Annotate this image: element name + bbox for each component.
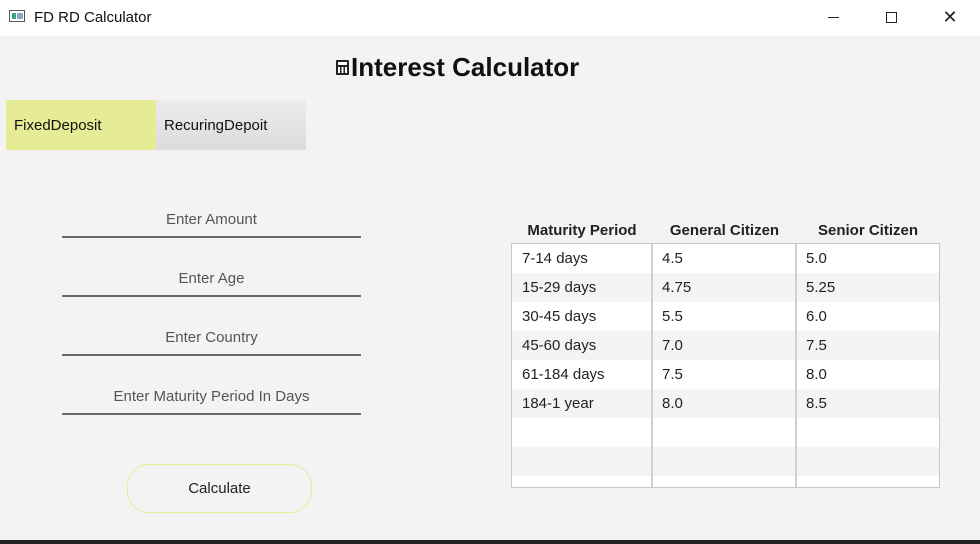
app-icon — [9, 10, 25, 22]
table-cell: 8.0 — [806, 366, 827, 383]
table-cell: 6.0 — [806, 308, 827, 325]
table-cell: 7.0 — [662, 337, 683, 354]
table-row[interactable]: 184-1 year 8.0 8.5 — [512, 389, 939, 418]
amount-input[interactable] — [62, 202, 361, 238]
rates-table: 7-14 days 4.5 5.0 15-29 days 4.75 5.25 3… — [511, 243, 940, 488]
table-cell: 7-14 days — [522, 250, 588, 267]
column-header-senior[interactable]: Senior Citizen — [797, 222, 939, 239]
tab-fixed-deposit[interactable]: FixedDeposit — [6, 100, 156, 150]
tab-label: RecuringDepoit — [164, 116, 268, 134]
country-input[interactable] — [62, 320, 361, 356]
close-button[interactable]: ✕ — [921, 0, 979, 34]
minimize-button[interactable] — [804, 0, 862, 34]
page-title: Interest Calculator — [336, 52, 579, 82]
column-header-maturity[interactable]: Maturity Period — [512, 222, 652, 239]
table-cell: 4.5 — [662, 250, 683, 267]
column-header-general[interactable]: General Citizen — [652, 222, 797, 239]
table-cell: 5.25 — [806, 279, 836, 296]
table-cell: 8.5 — [806, 395, 827, 412]
table-cell: 7.5 — [662, 366, 683, 383]
minimize-icon — [827, 16, 839, 18]
table-row[interactable]: 61-184 days 7.5 8.0 — [512, 360, 939, 389]
window-bottom-edge — [0, 540, 980, 544]
table-row[interactable]: 30-45 days 5.5 6.0 — [512, 302, 939, 331]
age-input[interactable] — [62, 261, 361, 297]
maturity-period-input[interactable] — [62, 379, 361, 415]
calculate-button[interactable]: Calculate — [127, 464, 312, 513]
table-row[interactable]: 45-60 days 7.0 7.5 — [512, 331, 939, 360]
page-title-text: Interest Calculator — [351, 51, 580, 82]
table-cell: 7.5 — [806, 337, 827, 354]
table-row-empty — [512, 447, 939, 476]
table-row[interactable]: 7-14 days 4.5 5.0 — [512, 244, 939, 273]
calculator-icon — [336, 59, 349, 75]
table-cell: 30-45 days — [522, 308, 597, 325]
table-cell: 15-29 days — [522, 279, 597, 296]
table-cell: 5.5 — [662, 308, 683, 325]
table-cell: 184-1 year — [522, 395, 594, 412]
title-bar: FD RD Calculator ✕ — [0, 0, 980, 36]
table-row-empty — [512, 418, 939, 447]
table-cell: 45-60 days — [522, 337, 597, 354]
column-divider[interactable] — [651, 244, 653, 487]
tab-recurring-deposit[interactable]: RecuringDepoit — [156, 100, 306, 150]
table-cell: 8.0 — [662, 395, 683, 412]
table-row[interactable]: 15-29 days 4.75 5.25 — [512, 273, 939, 302]
table-cell: 61-184 days — [522, 366, 605, 383]
close-icon: ✕ — [942, 6, 958, 27]
column-divider[interactable] — [795, 244, 797, 487]
table-cell: 4.75 — [662, 279, 692, 296]
tab-label: FixedDeposit — [14, 116, 102, 134]
maximize-button[interactable] — [862, 0, 920, 34]
maximize-icon — [885, 11, 897, 23]
table-cell: 5.0 — [806, 250, 827, 267]
window-title: FD RD Calculator — [34, 9, 152, 26]
